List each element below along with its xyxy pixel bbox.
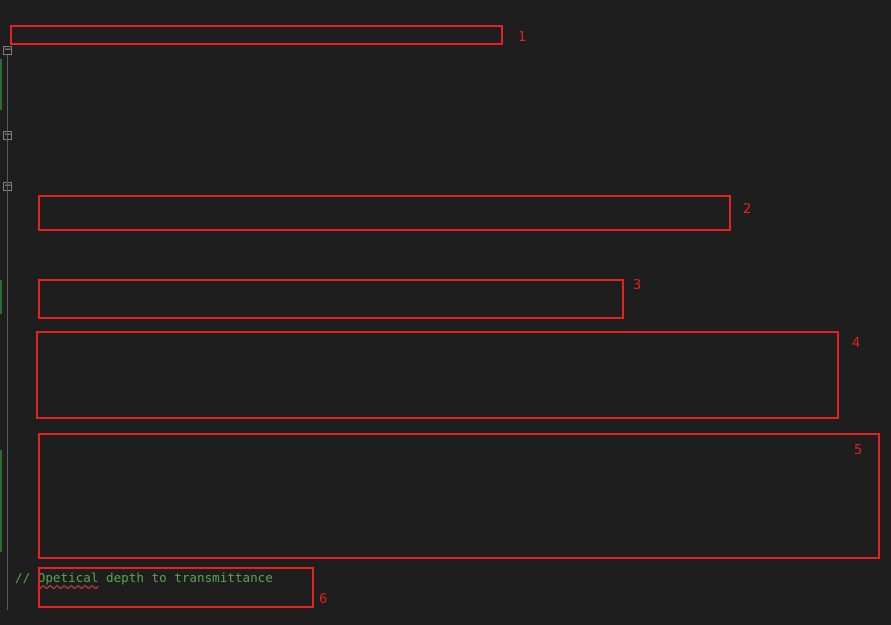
annotation-number: 5 bbox=[854, 443, 863, 458]
code-line[interactable] bbox=[0, 229, 891, 246]
code-line[interactable] bbox=[0, 178, 891, 195]
annotation-number: 1 bbox=[518, 30, 527, 45]
annotation-number: 2 bbox=[743, 202, 752, 217]
code-line[interactable] bbox=[0, 76, 891, 93]
code-line[interactable] bbox=[0, 127, 891, 144]
code-line[interactable] bbox=[0, 144, 891, 161]
annotation-box bbox=[38, 195, 731, 231]
annotation-box bbox=[36, 331, 839, 419]
annotation-box bbox=[10, 25, 503, 45]
code-line[interactable] bbox=[0, 93, 891, 110]
annotation-number: 4 bbox=[852, 336, 861, 351]
annotation-number: 3 bbox=[633, 278, 642, 293]
code-line[interactable] bbox=[0, 59, 891, 76]
code-line[interactable] bbox=[0, 110, 891, 127]
code-editor[interactable]: // Opetical depth to transmittance 12345… bbox=[0, 0, 891, 625]
annotation-box bbox=[38, 567, 314, 608]
code-line[interactable] bbox=[0, 246, 891, 263]
code-line[interactable] bbox=[0, 263, 891, 280]
annotation-box bbox=[38, 433, 880, 559]
code-line[interactable] bbox=[0, 161, 891, 178]
code-line[interactable] bbox=[0, 8, 891, 25]
annotation-box bbox=[38, 279, 624, 319]
annotation-number: 6 bbox=[319, 592, 328, 607]
